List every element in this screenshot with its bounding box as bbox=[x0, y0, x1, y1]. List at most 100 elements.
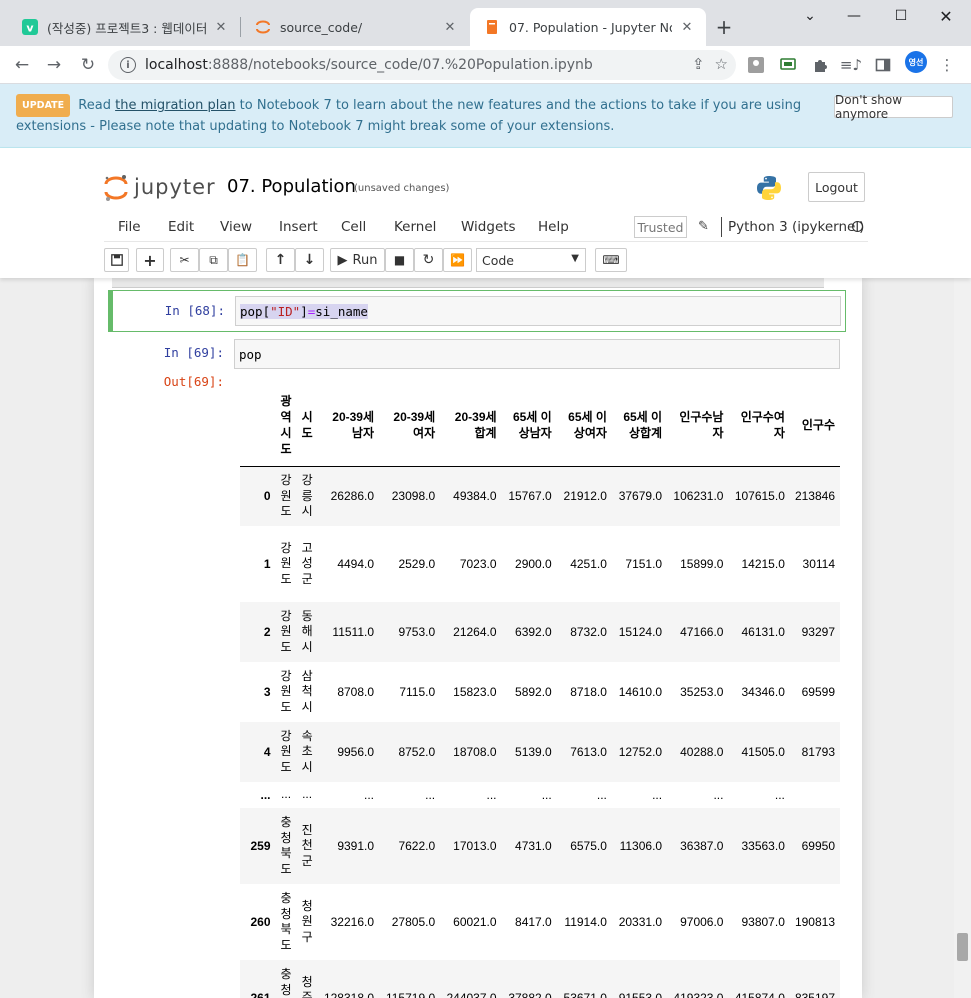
menu-cell[interactable]: Cell bbox=[341, 219, 366, 235]
move-up-icon[interactable]: ↑ bbox=[266, 248, 295, 272]
minimize-icon[interactable]: — bbox=[842, 4, 866, 28]
previous-cell-output bbox=[112, 278, 824, 288]
new-tab-button[interactable]: + bbox=[712, 15, 736, 39]
menu-insert[interactable]: Insert bbox=[279, 219, 318, 235]
table-cell: 고성군 bbox=[301, 540, 313, 586]
index-header bbox=[240, 384, 276, 467]
cut-icon[interactable]: ✂ bbox=[170, 248, 199, 272]
back-arrow-icon[interactable]: ← bbox=[8, 51, 36, 79]
kernel-name[interactable]: Python 3 (ipykernel) bbox=[728, 219, 864, 235]
address-bar[interactable]: i localhost:8888/notebooks/source_code/0… bbox=[108, 50, 736, 80]
table-cell: 32216.0 bbox=[330, 915, 375, 929]
migration-plan-link[interactable]: the migration plan bbox=[115, 98, 235, 113]
table-cell: 9753.0 bbox=[398, 625, 436, 639]
page-scrollbar[interactable] bbox=[954, 278, 971, 998]
forward-arrow-icon[interactable]: → bbox=[40, 51, 68, 79]
jupyter-logo-text: jupyter bbox=[134, 175, 216, 199]
row-index: 3 bbox=[263, 685, 271, 699]
maximize-icon[interactable]: ☐ bbox=[889, 4, 913, 28]
puzzle-icon[interactable] bbox=[809, 54, 831, 76]
table-cell: ... bbox=[302, 787, 313, 802]
star-icon[interactable]: ☆ bbox=[715, 55, 728, 73]
extension-screen-icon[interactable] bbox=[777, 54, 799, 76]
table-cell: ... bbox=[541, 788, 552, 802]
code-cell-selected[interactable]: In [68]: pop["ID"]=si_name bbox=[108, 290, 846, 332]
table-cell: 33563.0 bbox=[741, 839, 785, 853]
restart-icon[interactable]: ↻ bbox=[414, 248, 443, 272]
notebook-title[interactable]: 07. Population bbox=[227, 176, 356, 197]
menu-edit[interactable]: Edit bbox=[168, 219, 194, 235]
fast-forward-icon[interactable]: ⏩ bbox=[443, 248, 472, 272]
stop-icon[interactable]: ■ bbox=[385, 248, 414, 272]
sidepanel-icon[interactable] bbox=[872, 54, 894, 76]
table-cell: 8752.0 bbox=[398, 745, 436, 759]
table-cell: ... bbox=[596, 788, 607, 802]
play-icon: ▶ bbox=[337, 252, 348, 268]
table-cell: 8417.0 bbox=[515, 915, 552, 929]
table-cell: 4494.0 bbox=[337, 557, 375, 571]
menu-widgets[interactable]: Widgets bbox=[461, 219, 516, 235]
browser-tab-population[interactable]: 07. Population - Jupyter Noteb ✕ bbox=[470, 8, 706, 46]
update-banner: UPDATE Read the migration plan to Notebo… bbox=[0, 84, 971, 148]
media-queue-icon[interactable]: ≡♪ bbox=[840, 54, 862, 76]
cell-type-select[interactable]: Code ▼ bbox=[476, 248, 586, 272]
row-index: 4 bbox=[263, 745, 271, 759]
pencil-icon[interactable]: ✎ bbox=[698, 219, 709, 234]
copy-icon[interactable]: ⧉ bbox=[199, 248, 228, 272]
share-icon[interactable]: ⇪ bbox=[692, 55, 705, 73]
table-cell: 17013.0 bbox=[453, 839, 497, 853]
close-icon[interactable]: ✕ bbox=[441, 18, 459, 36]
scrollbar-thumb[interactable] bbox=[957, 933, 968, 961]
trusted-indicator[interactable]: Trusted bbox=[634, 216, 687, 238]
code-editor[interactable]: pop bbox=[234, 339, 840, 369]
code-token: pop[ bbox=[240, 304, 271, 319]
more-vert-icon[interactable]: ⋮ bbox=[936, 54, 958, 76]
paste-icon[interactable]: 📋 bbox=[228, 248, 257, 272]
row-index: 0 bbox=[263, 489, 271, 504]
column-header: 65세 이상합계 bbox=[611, 384, 668, 467]
keyboard-icon[interactable]: ⌨ bbox=[595, 248, 627, 272]
move-down-icon[interactable]: ↓ bbox=[295, 248, 324, 272]
notebook-icon bbox=[484, 19, 500, 35]
table-cell: 11914.0 bbox=[564, 915, 607, 929]
table-cell: 419323.0 bbox=[673, 991, 724, 998]
menu-view[interactable]: View bbox=[220, 219, 252, 235]
jupyter-logo[interactable]: jupyter bbox=[104, 174, 216, 201]
table-cell: 속초시 bbox=[301, 728, 313, 774]
profile-avatar[interactable]: 영선 bbox=[905, 51, 927, 73]
browser-tab-source-code[interactable]: source_code/ ✕ bbox=[241, 8, 469, 46]
table-row: 2 강원도 동해시 11511.0 9753.0 21264.0 6392.0 8732.0 1… bbox=[240, 602, 840, 662]
table-row: 4 강원도 속초시 9956.0 8752.0 18708.0 5139.0 7613.0 12… bbox=[240, 722, 840, 782]
table-cell: 강원도 bbox=[280, 540, 292, 586]
close-icon[interactable]: ✕ bbox=[678, 18, 696, 36]
menu-file[interactable]: File bbox=[118, 219, 141, 235]
code-selection: pop["ID"]=si_name bbox=[240, 304, 368, 319]
info-icon[interactable]: i bbox=[120, 57, 136, 73]
insert-cell-icon[interactable]: + bbox=[136, 248, 164, 272]
table-cell: 11306.0 bbox=[619, 839, 663, 853]
table-cell: 128318.0 bbox=[323, 991, 375, 998]
table-cell: 213846 bbox=[794, 489, 835, 504]
table-cell: 107615.0 bbox=[734, 489, 785, 504]
table-cell: 4251.0 bbox=[570, 557, 607, 571]
table-cell: 53671.0 bbox=[563, 991, 607, 998]
close-window-icon[interactable]: ✕ bbox=[934, 4, 958, 28]
table-cell: 충청북도 bbox=[280, 815, 292, 876]
browser-tab-vlog[interactable]: v (작성중) 프로젝트3 : 웹데이터 ✕ bbox=[8, 8, 240, 46]
save-icon[interactable] bbox=[104, 248, 129, 272]
reload-icon[interactable]: ↻ bbox=[74, 51, 102, 79]
dont-show-anymore-button[interactable]: Don't show anymore bbox=[834, 93, 953, 121]
menu-help[interactable]: Help bbox=[538, 219, 569, 235]
extension-avatar-icon[interactable] bbox=[745, 54, 767, 76]
run-button[interactable]: ▶ Run bbox=[330, 248, 385, 272]
table-row: 0 강원도 강릉시 26286.0 23098.0 49384.0 15767.0 21912… bbox=[240, 466, 840, 526]
table-cell: 18708.0 bbox=[453, 745, 497, 759]
table-cell: 49384.0 bbox=[453, 489, 497, 504]
v-icon: v bbox=[22, 19, 38, 35]
close-icon[interactable]: ✕ bbox=[212, 18, 230, 36]
code-editor[interactable]: pop["ID"]=si_name bbox=[235, 296, 841, 326]
chevron-down-icon[interactable]: ⌄ bbox=[798, 4, 822, 28]
table-cell: 강원도 bbox=[280, 668, 292, 714]
logout-button[interactable]: Logout bbox=[808, 172, 865, 202]
menu-kernel[interactable]: Kernel bbox=[394, 219, 436, 235]
